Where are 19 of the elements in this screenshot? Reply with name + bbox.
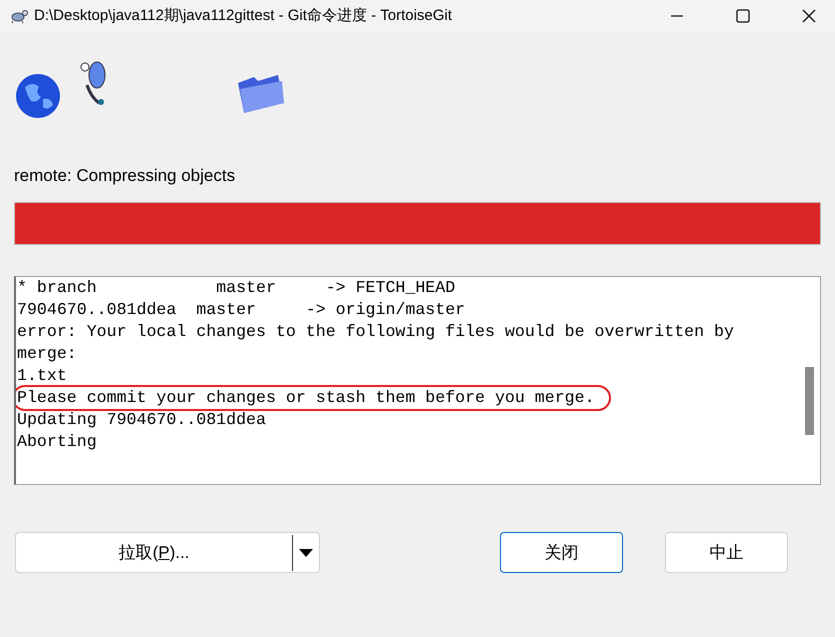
- maximize-icon[interactable]: [735, 8, 751, 24]
- log-line: 7904670..081ddea master -> origin/master: [17, 299, 466, 321]
- pull-split-button[interactable]: 拉取(P)...: [15, 532, 320, 573]
- window-title: D:\Desktop\java112期\java112gittest - Git命令进度 - TortoiseGit: [34, 6, 452, 26]
- dialog-button[interactable]: 关闭: [500, 532, 623, 573]
- dialog-button[interactable]: 中止: [665, 532, 788, 573]
- dropdown-arrow-icon[interactable]: [299, 548, 313, 556]
- status-text: remote: Compressing objects: [14, 164, 236, 186]
- scrollbar-thumb[interactable]: [805, 367, 814, 435]
- close-icon[interactable]: [801, 8, 817, 24]
- log-line: merge:: [17, 343, 77, 365]
- log-line: error: Your local changes to the following files would be overwritten by: [17, 321, 734, 343]
- folder-icon: [236, 73, 286, 115]
- log-line: Please commit your changes or stash them before you merge.: [16, 387, 609, 409]
- log-line: Aborting: [17, 431, 97, 453]
- log-line: Updating 7904670..081ddea: [17, 409, 266, 431]
- log-line: * branch master -> FETCH_HEAD: [17, 277, 456, 299]
- log-line: 1.txt: [17, 365, 67, 387]
- globe-icon: [15, 73, 61, 119]
